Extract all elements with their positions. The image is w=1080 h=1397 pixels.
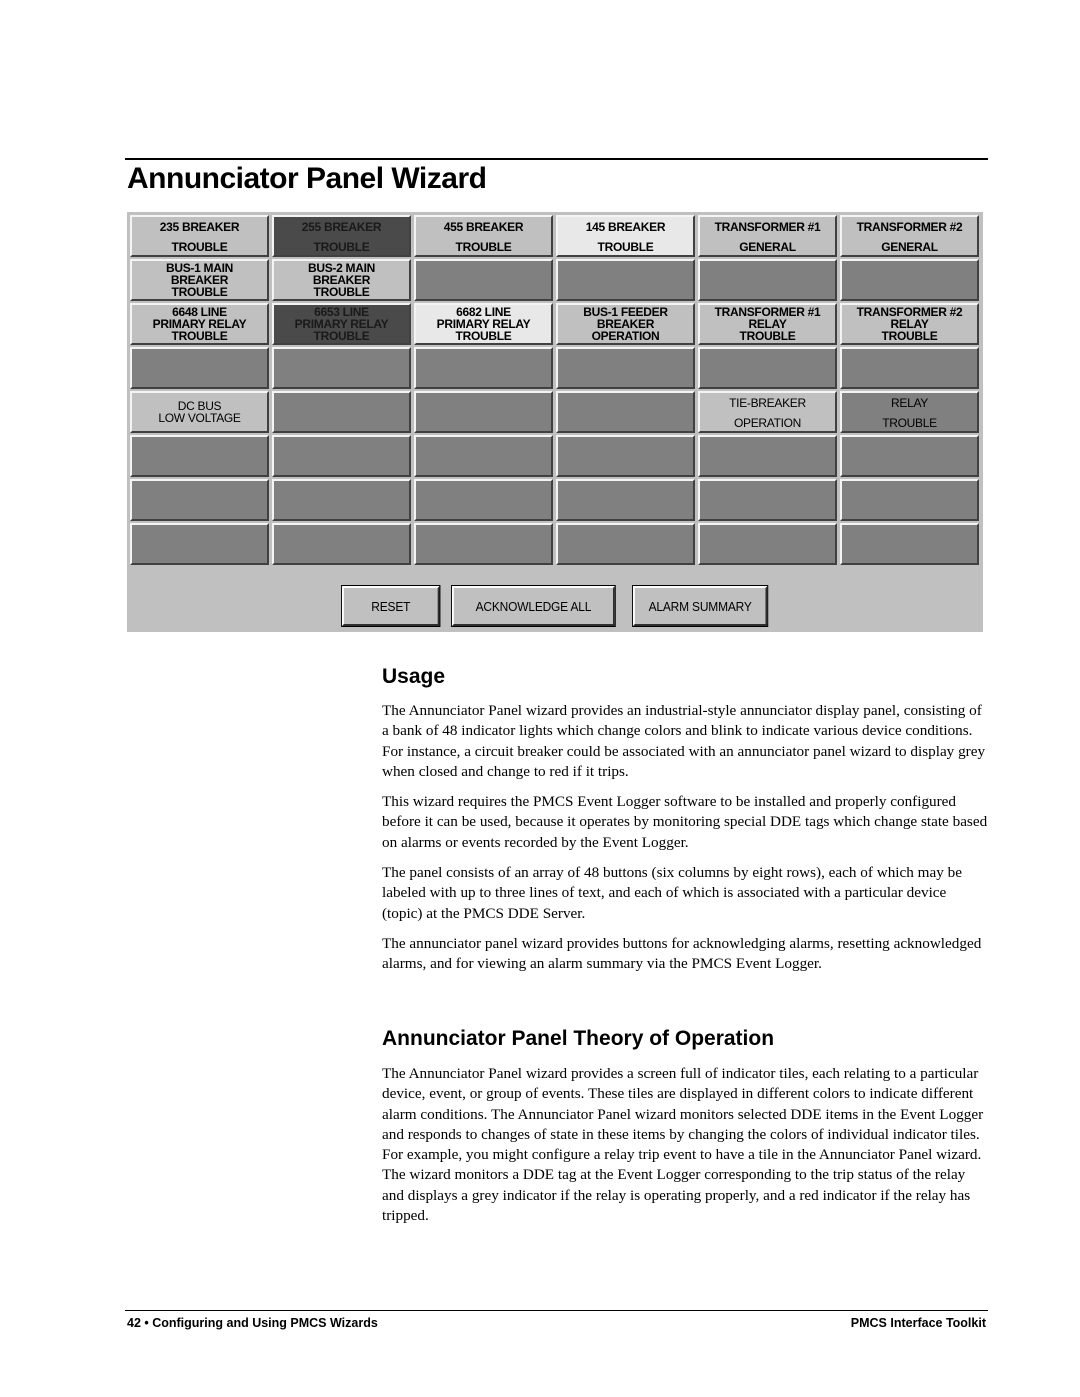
annunciator-tile[interactable] bbox=[272, 523, 411, 565]
alarm-summary-button[interactable]: ALARM SUMMARY bbox=[632, 585, 769, 627]
tile-label-line: TROUBLE bbox=[313, 240, 370, 254]
annunciator-tile[interactable] bbox=[130, 523, 269, 565]
annunciator-tile[interactable]: BUS-2 MAIN BREAKER TROUBLE bbox=[272, 259, 411, 301]
annunciator-tile[interactable] bbox=[414, 435, 553, 477]
usage-paragraph: The Annunciator Panel wizard provides an… bbox=[382, 702, 986, 780]
annunciator-tile[interactable] bbox=[556, 347, 695, 389]
tile-label-line: 145 BREAKER bbox=[585, 220, 666, 234]
tile-label-line: 255 BREAKER bbox=[301, 220, 382, 234]
annunciator-tile[interactable]: TRANSFORMER #2 GENERAL bbox=[840, 215, 979, 257]
annunciator-tile[interactable] bbox=[698, 259, 837, 301]
annunciator-tile[interactable] bbox=[698, 435, 837, 477]
tile-label-line: OPERATION bbox=[733, 416, 802, 430]
tile-label-line: GENERAL bbox=[739, 240, 796, 254]
annunciator-tile[interactable] bbox=[556, 435, 695, 477]
annunciator-tile[interactable] bbox=[272, 479, 411, 521]
page-title: Annunciator Panel Wizard bbox=[127, 162, 487, 195]
annunciator-tile[interactable]: 6682 LINE PRIMARY RELAY TROUBLE bbox=[414, 303, 553, 345]
annunciator-tile[interactable] bbox=[840, 259, 979, 301]
tile-grid: 235 BREAKER TROUBLE 255 BREAKER TROUBLE 455 … bbox=[130, 215, 979, 565]
annunciator-tile[interactable] bbox=[414, 479, 553, 521]
theory-paragraph: The Annunciator Panel wizard provides a … bbox=[382, 1065, 984, 1225]
annunciator-tile[interactable]: 145 BREAKER TROUBLE bbox=[556, 215, 695, 257]
annunciator-tile[interactable] bbox=[130, 435, 269, 477]
annunciator-tile[interactable] bbox=[556, 479, 695, 521]
footer-rule bbox=[125, 1310, 988, 1311]
tile-label-line: TROUBLE bbox=[313, 285, 370, 299]
annunciator-tile[interactable]: 455 BREAKER TROUBLE bbox=[414, 215, 553, 257]
annunciator-tile[interactable] bbox=[698, 479, 837, 521]
tile-label-line: TROUBLE bbox=[882, 416, 937, 430]
annunciator-tile[interactable]: TIE-BREAKER OPERATION bbox=[698, 391, 837, 433]
annunciator-tile[interactable] bbox=[840, 479, 979, 521]
theory-heading: Annunciator Panel Theory of Operation bbox=[382, 1027, 775, 1050]
annunciator-tile[interactable] bbox=[414, 391, 553, 433]
annunciator-tile[interactable] bbox=[130, 347, 269, 389]
annunciator-tile[interactable]: TRANSFORMER #1 GENERAL bbox=[698, 215, 837, 257]
annunciator-tile[interactable] bbox=[130, 479, 269, 521]
tile-label-line: 235 BREAKER bbox=[159, 220, 240, 234]
annunciator-tile[interactable] bbox=[272, 347, 411, 389]
annunciator-tile[interactable] bbox=[414, 347, 553, 389]
annunciator-tile[interactable]: BUS-1 FEEDER BREAKER OPERATION bbox=[556, 303, 695, 345]
annunciator-tile[interactable] bbox=[840, 347, 979, 389]
annunciator-tile[interactable]: DC BUS LOW VOLTAGE bbox=[130, 391, 269, 433]
tile-label-line: TROUBLE bbox=[739, 329, 796, 343]
annunciator-tile[interactable]: TRANSFORMER #1 RELAY TROUBLE bbox=[698, 303, 837, 345]
tile-label-line: TROUBLE bbox=[597, 240, 654, 254]
annunciator-tile[interactable]: BUS-1 MAIN BREAKER TROUBLE bbox=[130, 259, 269, 301]
tile-label-line: OPERATION bbox=[591, 329, 660, 343]
tile-label-line: TROUBLE bbox=[455, 329, 512, 343]
annunciator-tile[interactable] bbox=[414, 523, 553, 565]
tile-label-line: TIE-BREAKER bbox=[729, 396, 806, 410]
panel-button-row: RESET ACKNOWLEDGE ALL ALARM SUMMARY bbox=[341, 585, 779, 627]
tile-label-line: 455 BREAKER bbox=[443, 220, 524, 234]
tile-label-line: TROUBLE bbox=[455, 240, 512, 254]
tile-label-line: TROUBLE bbox=[171, 240, 228, 254]
annunciator-tile[interactable]: 6653 LINE PRIMARY RELAY TROUBLE bbox=[272, 303, 411, 345]
annunciator-panel: 235 BREAKER TROUBLE 255 BREAKER TROUBLE 455 … bbox=[127, 212, 983, 632]
usage-heading: Usage bbox=[382, 665, 446, 688]
annunciator-tile[interactable] bbox=[414, 259, 553, 301]
annunciator-tile[interactable] bbox=[556, 523, 695, 565]
tile-label-line: TROUBLE bbox=[881, 329, 938, 343]
reset-button[interactable]: RESET bbox=[341, 585, 441, 627]
annunciator-tile[interactable]: 235 BREAKER TROUBLE bbox=[130, 215, 269, 257]
annunciator-tile[interactable] bbox=[698, 523, 837, 565]
tile-label-line: RELAY bbox=[891, 396, 928, 410]
annunciator-tile[interactable]: 6648 LINE PRIMARY RELAY TROUBLE bbox=[130, 303, 269, 345]
annunciator-tile[interactable] bbox=[840, 523, 979, 565]
usage-paragraph: The panel consists of an array of 48 but… bbox=[382, 864, 962, 922]
annunciator-tile[interactable] bbox=[272, 391, 411, 433]
annunciator-tile[interactable] bbox=[698, 347, 837, 389]
annunciator-tile[interactable] bbox=[556, 259, 695, 301]
annunciator-tile[interactable] bbox=[840, 435, 979, 477]
annunciator-tile[interactable]: TRANSFORMER #2 RELAY TROUBLE bbox=[840, 303, 979, 345]
tile-label-line: TROUBLE bbox=[171, 285, 228, 299]
tile-label-line: TRANSFORMER #2 bbox=[856, 220, 963, 234]
tile-label-line: TROUBLE bbox=[313, 329, 370, 343]
tile-label-line: TROUBLE bbox=[171, 329, 228, 343]
tile-label-line: LOW VOLTAGE bbox=[158, 411, 241, 425]
annunciator-tile[interactable] bbox=[272, 435, 411, 477]
footer-book-title: PMCS Interface Toolkit bbox=[850, 1316, 986, 1330]
annunciator-tile[interactable]: 255 BREAKER TROUBLE bbox=[272, 215, 411, 257]
header-rule bbox=[125, 158, 988, 160]
usage-paragraph: The annunciator panel wizard provides bu… bbox=[382, 935, 982, 973]
annunciator-tile[interactable]: RELAY TROUBLE bbox=[840, 391, 979, 433]
footer-chapter: 42 • Configuring and Using PMCS Wizards bbox=[127, 1316, 378, 1330]
acknowledge-all-button[interactable]: ACKNOWLEDGE ALL bbox=[451, 585, 616, 627]
tile-label-line: TRANSFORMER #1 bbox=[714, 220, 821, 234]
tile-label-line: GENERAL bbox=[881, 240, 938, 254]
annunciator-tile[interactable] bbox=[556, 391, 695, 433]
usage-paragraph: This wizard requires the PMCS Event Logg… bbox=[382, 793, 988, 851]
